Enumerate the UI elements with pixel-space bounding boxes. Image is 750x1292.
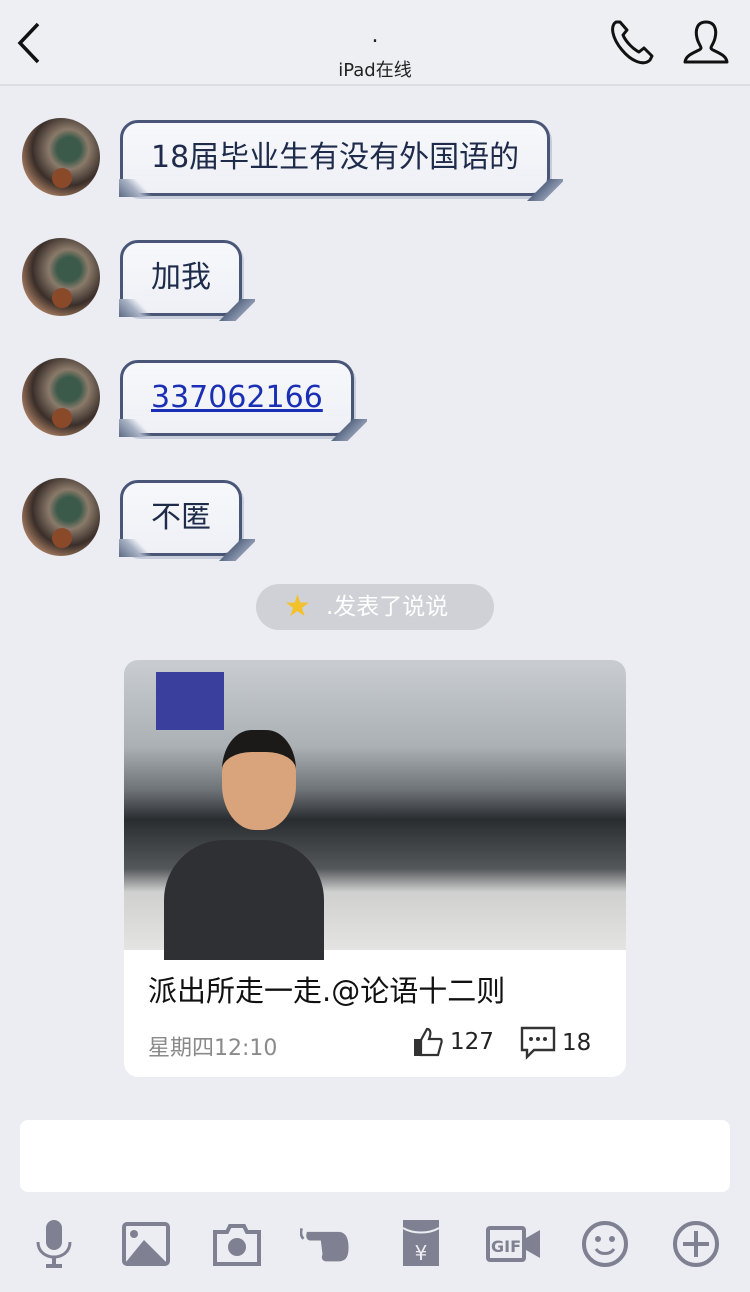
notice-text: .发表了说说 — [326, 594, 449, 620]
poke-icon[interactable] — [300, 1218, 352, 1270]
svg-text:¥: ¥ — [415, 1241, 428, 1265]
like-button[interactable]: 127 — [412, 1026, 494, 1058]
like-count: 127 — [450, 1029, 494, 1055]
comment-button[interactable]: 18 — [520, 1026, 591, 1060]
phone-icon[interactable] — [606, 16, 658, 68]
message-text: 不匿 — [151, 500, 211, 535]
comment-count: 18 — [562, 1030, 592, 1056]
post-caption: 派出所走一走.@论语十二则 — [148, 974, 506, 1008]
message-text: 18届毕业生有没有外国语的 — [151, 140, 520, 175]
post-card[interactable]: 派出所走一走.@论语十二则 星期四12:10 127 18 — [124, 660, 626, 1077]
header: . iPad在线 — [0, 0, 750, 86]
post-photo — [124, 660, 626, 960]
message-bubble[interactable]: 不匿 — [119, 480, 255, 561]
message-input[interactable] — [20, 1120, 730, 1192]
qzone-notice[interactable]: ★ .发表了说说 — [256, 584, 494, 630]
avatar[interactable] — [22, 238, 100, 316]
mic-icon[interactable] — [28, 1218, 80, 1270]
post-time: 星期四12:10 — [148, 1036, 278, 1061]
avatar[interactable] — [22, 358, 100, 436]
emoji-icon[interactable] — [579, 1218, 631, 1270]
message-bubble[interactable]: 加我 — [119, 240, 255, 321]
profile-icon[interactable] — [680, 16, 732, 68]
image-icon[interactable] — [120, 1218, 172, 1270]
red-packet-icon[interactable]: ¥ — [395, 1218, 447, 1270]
thumbs-up-icon — [414, 1027, 443, 1057]
message-bubble[interactable]: 337062166 — [119, 360, 367, 441]
plus-icon[interactable] — [670, 1218, 722, 1270]
avatar[interactable] — [22, 118, 100, 196]
message-text: 加我 — [151, 260, 211, 295]
comment-icon — [520, 1026, 556, 1060]
gif-icon[interactable]: GIF — [484, 1218, 542, 1270]
qq-number-link[interactable]: 337062166 — [151, 380, 323, 415]
message-bubble[interactable]: 18届毕业生有没有外国语的 — [119, 120, 564, 201]
svg-text:GIF: GIF — [491, 1237, 521, 1256]
qzone-star-icon: ★ — [284, 589, 311, 624]
camera-icon[interactable] — [211, 1218, 263, 1270]
avatar[interactable] — [22, 478, 100, 556]
